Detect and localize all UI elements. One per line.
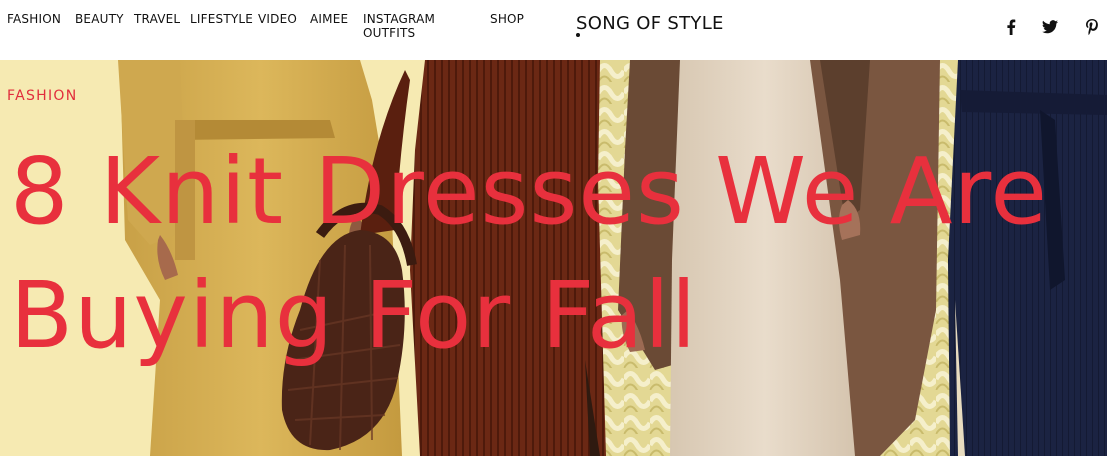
hero-banner[interactable]: FASHION 8 Knit Dresses We Are Buying For…	[0, 60, 1107, 456]
headline-line-1[interactable]: 8 Knit Dresses We Are	[10, 138, 1048, 245]
nav-item-lifestyle[interactable]: LIFESTYLE	[190, 12, 253, 26]
nav-item-fashion[interactable]: FASHION	[7, 12, 61, 26]
article-headline[interactable]: 8 Knit Dresses We Are Buying For Fall	[10, 130, 1100, 378]
facebook-icon[interactable]	[999, 17, 1023, 37]
twitter-icon[interactable]	[1038, 17, 1062, 37]
nav-item-instagram-label[interactable]: INSTAGRAM	[363, 12, 435, 26]
nav-item-travel[interactable]: TRAVEL	[134, 12, 180, 26]
nav-item-aimee[interactable]: AIMEE	[310, 12, 348, 26]
nav-item-beauty[interactable]: BEAUTY	[75, 12, 124, 26]
pinterest-icon[interactable]	[1080, 17, 1104, 37]
headline-line-2[interactable]: Buying For Fall	[10, 262, 697, 369]
site-header: FASHION BEAUTY TRAVEL LIFESTYLE VIDEO AI…	[0, 0, 1107, 60]
site-logo[interactable]: SONG OF STYLE	[576, 13, 724, 34]
article-category[interactable]: FASHION	[7, 88, 77, 104]
nav-item-outfits-label[interactable]: OUTFITS	[363, 26, 415, 40]
nav-item-video[interactable]: VIDEO	[258, 12, 297, 26]
logo-dot	[576, 33, 580, 37]
nav-item-shop[interactable]: SHOP	[490, 12, 524, 26]
